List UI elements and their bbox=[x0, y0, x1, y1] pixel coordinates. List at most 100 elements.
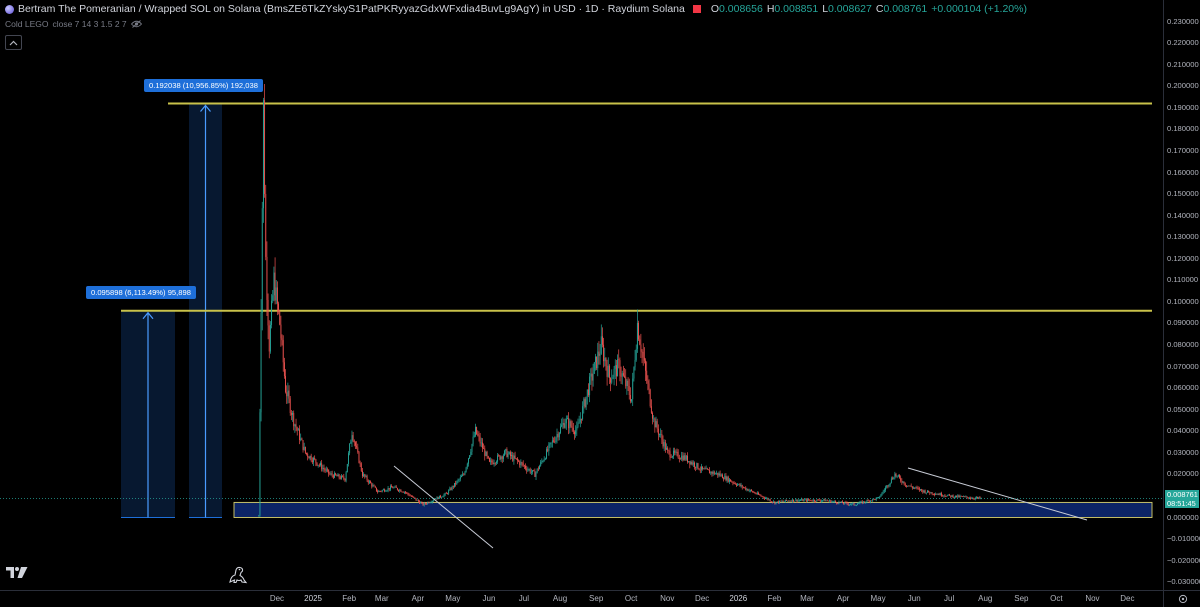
candle-body bbox=[911, 486, 913, 488]
support-zone bbox=[233, 501, 1153, 518]
candle-body bbox=[775, 502, 777, 504]
low-value: 0.008627 bbox=[828, 3, 872, 15]
candle-body bbox=[838, 501, 840, 504]
candle-body bbox=[737, 484, 739, 486]
candle-body bbox=[620, 375, 622, 377]
candle-body bbox=[879, 496, 881, 498]
time-tick-label: 2025 bbox=[304, 594, 322, 603]
candle-body bbox=[260, 312, 262, 413]
candle-body bbox=[706, 468, 708, 470]
candle-body bbox=[650, 406, 652, 413]
candle-body bbox=[619, 360, 621, 376]
candle-body bbox=[483, 448, 485, 450]
candle-body bbox=[542, 461, 544, 462]
candle-body bbox=[469, 455, 471, 459]
chart-pane[interactable]: Bertram The Pomeranian / Wrapped SOL on … bbox=[0, 0, 1163, 590]
candle-body bbox=[774, 501, 776, 504]
candle-body bbox=[873, 498, 875, 500]
candle-body bbox=[678, 457, 680, 459]
candle-body bbox=[393, 487, 395, 489]
candle-body bbox=[403, 491, 405, 493]
candle-body bbox=[698, 468, 700, 470]
candle-body bbox=[810, 500, 812, 501]
candle-body bbox=[533, 470, 535, 472]
candle-body bbox=[854, 505, 856, 506]
candle-body bbox=[478, 435, 480, 437]
candle-body bbox=[385, 490, 387, 492]
price-tick-label: 0.140000 bbox=[1167, 210, 1199, 220]
horizontal-levels bbox=[121, 102, 1152, 312]
candle-body bbox=[272, 295, 274, 301]
candle-body bbox=[622, 373, 624, 376]
candle-body bbox=[858, 503, 860, 505]
candle-body bbox=[846, 502, 848, 504]
symbol-title[interactable]: Bertram The Pomeranian / Wrapped SOL on … bbox=[18, 3, 685, 15]
candle-body bbox=[371, 483, 373, 487]
candle-body bbox=[930, 492, 932, 494]
dino-icon[interactable] bbox=[228, 566, 248, 584]
candle-body bbox=[543, 458, 545, 462]
candle-body bbox=[731, 481, 733, 483]
candle-body bbox=[652, 412, 653, 419]
candle-body bbox=[852, 503, 854, 505]
price-axis[interactable]: 0.230000 0.220000 0.210000 0.200000 0.190000… bbox=[1163, 0, 1200, 590]
candle-body bbox=[344, 478, 346, 481]
candle-body bbox=[719, 473, 721, 476]
candle-body bbox=[834, 500, 836, 502]
indicator-name[interactable]: Cold LEGO bbox=[5, 19, 48, 29]
candle-body bbox=[730, 479, 732, 482]
candle-body bbox=[871, 500, 872, 502]
flag-icon[interactable] bbox=[692, 5, 701, 13]
candle-body bbox=[694, 462, 695, 467]
time-tick-label: Dec bbox=[269, 594, 285, 603]
time-tick-label: Feb bbox=[767, 594, 782, 603]
candle-body bbox=[502, 455, 504, 459]
indicator-legend[interactable]: Cold LEGO close 7 14 3 1.5 2 7 bbox=[5, 19, 142, 29]
price-tick-label: 0.170000 bbox=[1167, 145, 1199, 155]
candle-body bbox=[861, 501, 863, 504]
candle-body bbox=[281, 338, 283, 341]
time-tick-label: Apr bbox=[836, 594, 850, 603]
candle-body bbox=[409, 495, 411, 497]
axis-settings-button[interactable] bbox=[1163, 590, 1200, 607]
high-key: H bbox=[766, 3, 775, 15]
candle-body bbox=[805, 499, 807, 502]
candle-body bbox=[421, 502, 423, 504]
candle-body bbox=[462, 474, 464, 477]
candle-body bbox=[522, 463, 524, 466]
last-price-tag[interactable]: 0.008761 bbox=[1165, 489, 1199, 499]
eye-icon[interactable] bbox=[130, 20, 142, 28]
measure-label-high[interactable]: 0.192038 (10,956.85%) 192,038 bbox=[144, 79, 263, 92]
candle-body bbox=[746, 489, 748, 490]
candle-body bbox=[491, 460, 493, 463]
price-tick-label: 0.050000 bbox=[1167, 404, 1199, 414]
candle-body bbox=[410, 495, 412, 497]
candle-body bbox=[640, 344, 642, 352]
candle-body bbox=[463, 474, 465, 476]
candle-body bbox=[492, 462, 494, 465]
tradingview-logo-icon[interactable] bbox=[6, 567, 28, 579]
time-axis[interactable]: Dec 2025 Feb Mar Apr May Jun Jul Aug Sep Oct Nov Dec… bbox=[0, 590, 1163, 607]
candle-body bbox=[894, 473, 896, 479]
symbol-legend: Bertram The Pomeranian / Wrapped SOL on … bbox=[5, 3, 1027, 15]
time-tick-label: Aug bbox=[978, 594, 993, 603]
candle-body bbox=[777, 501, 779, 503]
candle-body bbox=[860, 501, 862, 503]
candle-body bbox=[513, 455, 515, 461]
candle-body bbox=[578, 422, 580, 424]
candle-body bbox=[689, 461, 691, 465]
candle-body bbox=[714, 473, 716, 475]
candle-body bbox=[288, 390, 290, 399]
candle-body bbox=[563, 422, 565, 428]
candle-body bbox=[406, 492, 408, 494]
collapse-legend-button[interactable] bbox=[5, 35, 22, 50]
candle-body bbox=[718, 473, 720, 476]
candle-body bbox=[738, 483, 740, 485]
candle-body bbox=[520, 462, 522, 466]
candle-body bbox=[910, 485, 912, 487]
measure-label-mid[interactable]: 0.095898 (6,113.49%) 95,898 bbox=[86, 286, 196, 299]
candle-body bbox=[932, 493, 934, 495]
candle-body bbox=[486, 451, 488, 457]
candle-body bbox=[395, 486, 397, 488]
candle-body bbox=[701, 466, 702, 470]
